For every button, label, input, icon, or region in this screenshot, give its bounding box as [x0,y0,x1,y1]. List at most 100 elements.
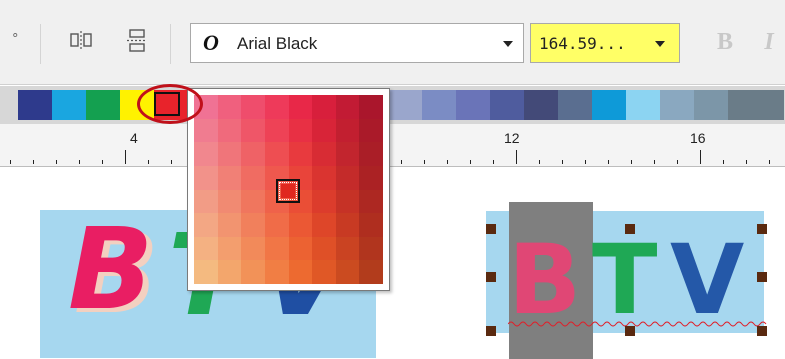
shade-cell[interactable] [359,189,383,214]
shade-cell[interactable] [241,142,265,166]
shade-cell[interactable] [194,260,218,284]
selection-handle[interactable] [486,224,496,234]
shade-cell[interactable] [217,213,242,237]
logo-letter: V [670,224,745,336]
selection-handle[interactable] [486,326,496,336]
palette-swatch[interactable] [524,90,558,120]
mirror-horizontal-icon[interactable] [68,28,94,54]
shade-cell[interactable] [194,236,218,261]
font-family-dropdown[interactable]: O Arial Black [190,23,524,63]
shade-cell[interactable] [335,165,360,190]
palette-swatch[interactable] [728,90,784,120]
italic-button[interactable]: I [756,27,782,57]
shade-cell[interactable] [312,95,336,119]
shade-cell[interactable] [335,189,360,214]
palette-swatch[interactable] [694,90,728,120]
shade-cell[interactable] [312,118,336,143]
shade-cell[interactable] [335,118,360,143]
shade-cell[interactable] [359,142,383,166]
palette-swatch[interactable] [490,90,524,120]
palette-swatch[interactable] [18,90,52,120]
shade-cell[interactable] [264,236,289,261]
shade-cell[interactable] [312,236,336,261]
palette-swatch[interactable] [388,90,422,120]
shade-cell[interactable] [312,165,336,190]
shade-cell[interactable] [194,142,218,166]
shade-cell[interactable] [335,260,360,284]
shade-cell[interactable] [264,118,289,143]
ruler-label: 4 [130,130,138,146]
font-size-dropdown[interactable]: 164.59... [530,23,680,63]
shade-cell[interactable] [264,213,289,237]
shade-cell[interactable] [194,165,218,190]
palette-swatch[interactable] [592,90,626,120]
shade-cell[interactable] [217,118,242,143]
palette-swatch[interactable] [626,90,660,120]
ruler-tick [746,160,747,164]
shade-cell[interactable] [359,165,383,190]
selection-handle[interactable] [625,224,635,234]
chevron-down-icon[interactable] [655,41,665,47]
shade-cell[interactable] [217,189,242,214]
shade-cell[interactable] [217,142,242,166]
horizontal-ruler[interactable]: 4 12 16 [0,124,785,167]
palette-swatch[interactable] [558,90,592,120]
palette-swatch[interactable] [456,90,490,120]
shade-cell[interactable] [359,260,383,284]
shade-cell[interactable] [288,260,313,284]
palette-swatch[interactable] [86,90,120,120]
selection-handle[interactable] [757,272,767,282]
shade-cell[interactable] [359,213,383,237]
shade-cell[interactable] [288,213,313,237]
shade-cell[interactable] [241,236,265,261]
shade-cell[interactable] [241,165,265,190]
shade-cell[interactable] [194,189,218,214]
shade-cell[interactable] [264,95,289,119]
shade-cell[interactable] [359,118,383,143]
mirror-vertical-icon[interactable] [124,28,150,54]
chevron-down-icon[interactable] [503,41,513,47]
ruler-tick [562,160,563,164]
shade-cell[interactable] [194,118,218,143]
shade-cell[interactable] [288,95,313,119]
shade-cell[interactable] [217,260,242,284]
selection-handle[interactable] [625,326,635,336]
selected-shade-cell[interactable] [276,179,300,203]
shade-cell[interactable] [312,213,336,237]
selection-handle[interactable] [757,326,767,336]
shade-cell[interactable] [335,236,360,261]
selection-handle[interactable] [486,272,496,282]
palette-swatch[interactable] [52,90,86,120]
shade-cell[interactable] [359,95,383,119]
logo-letter: B [68,210,154,335]
shade-cell[interactable] [288,118,313,143]
ruler-tick [10,160,11,164]
shade-cell[interactable] [312,189,336,214]
selection-handle[interactable] [757,224,767,234]
shade-cell[interactable] [312,260,336,284]
ruler-tick [171,160,172,164]
shade-cell[interactable] [288,142,313,166]
shade-cell[interactable] [241,213,265,237]
shade-cell[interactable] [264,142,289,166]
shade-cell[interactable] [241,118,265,143]
shade-cell[interactable] [312,142,336,166]
shade-cell[interactable] [241,95,265,119]
shade-cell[interactable] [288,236,313,261]
bold-button[interactable]: B [712,27,738,57]
palette-swatch[interactable] [660,90,694,120]
shade-cell[interactable] [264,260,289,284]
shade-cell[interactable] [217,165,242,190]
shade-cell[interactable] [217,236,242,261]
shade-cell[interactable] [241,189,265,214]
shade-cell[interactable] [335,95,360,119]
ruler-tick [125,150,126,164]
shade-cell[interactable] [194,213,218,237]
shade-cell[interactable] [217,95,242,119]
shade-cell[interactable] [335,142,360,166]
shade-cell[interactable] [335,213,360,237]
toolbar-separator [170,24,171,64]
shade-cell[interactable] [241,260,265,284]
shade-cell[interactable] [359,236,383,261]
palette-swatch[interactable] [422,90,456,120]
